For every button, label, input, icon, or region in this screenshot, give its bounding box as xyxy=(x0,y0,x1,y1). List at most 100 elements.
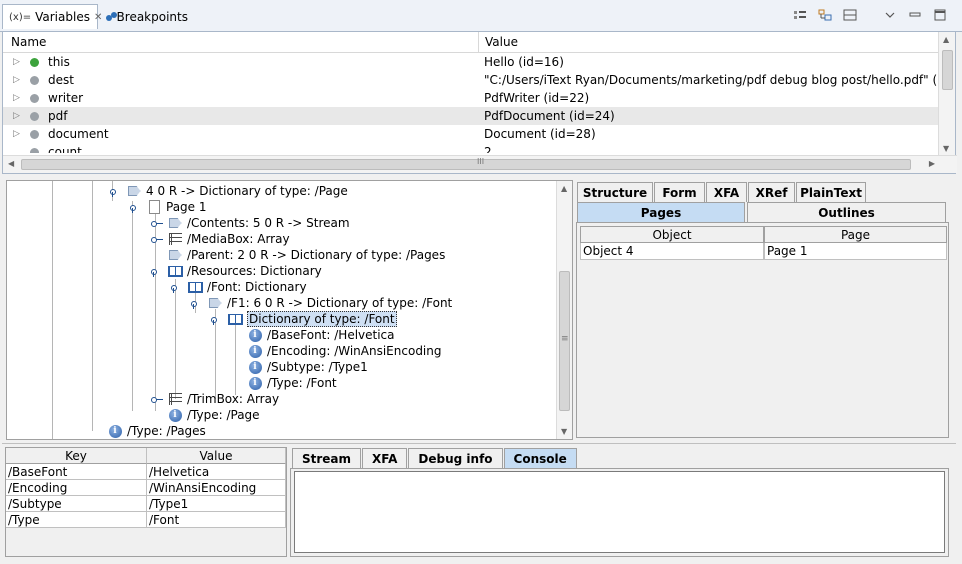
tree-node[interactable]: 4 0 R -> Dictionary of type: /Page xyxy=(110,183,348,199)
scroll-up-arrow-icon[interactable]: ▲ xyxy=(943,35,949,44)
column-header-key[interactable]: Key xyxy=(6,448,147,464)
tree-node[interactable]: i/BaseFont: /Helvetica xyxy=(247,327,395,343)
variable-value: Hello (id=16) xyxy=(484,55,564,69)
tree-node[interactable]: /MediaBox: Array xyxy=(151,231,290,247)
tab-outlines[interactable]: Outlines xyxy=(747,202,946,222)
expand-toggle-icon[interactable] xyxy=(151,234,164,244)
tree-node[interactable]: /Font: Dictionary xyxy=(171,279,307,295)
tree-node[interactable]: /Parent: 2 0 R -> Dictionary of type: /P… xyxy=(167,247,445,263)
info-icon: i xyxy=(247,344,263,358)
minimize-icon[interactable] xyxy=(907,8,923,22)
expand-icon[interactable]: ▷ xyxy=(13,75,27,85)
console-output[interactable] xyxy=(294,471,945,553)
expand-icon[interactable]: ▷ xyxy=(13,111,27,121)
tab-console[interactable]: Console xyxy=(503,448,577,468)
column-header-page[interactable]: Page xyxy=(764,226,947,243)
variable-row-writer[interactable]: ▷ writer PdfWriter (id=22) xyxy=(3,89,939,107)
show-type-names-icon[interactable] xyxy=(792,8,808,22)
tab-breakpoints[interactable]: Breakpoints xyxy=(100,4,194,29)
expand-toggle-icon[interactable] xyxy=(211,314,224,325)
reference-icon xyxy=(207,296,223,310)
variables-horizontal-scrollbar[interactable]: ◀ III ▶ xyxy=(3,155,957,173)
tree-node[interactable]: i/Type: /Page xyxy=(167,407,260,423)
maximize-icon[interactable] xyxy=(932,8,948,22)
local-variable-icon xyxy=(30,75,39,85)
panel-splitter[interactable] xyxy=(2,443,956,444)
table-row[interactable]: /Encoding /WinAnsiEncoding xyxy=(6,480,286,496)
tab-debug-info[interactable]: Debug info xyxy=(408,448,503,468)
column-header-value[interactable]: Value xyxy=(147,448,286,464)
tree-node[interactable]: i/Encoding: /WinAnsiEncoding xyxy=(247,343,442,359)
cell-object: Object 4 xyxy=(580,243,764,260)
tree-vertical-scrollbar[interactable]: ▲ ≡ ▼ xyxy=(556,181,572,439)
expand-icon[interactable]: ▷ xyxy=(13,129,27,139)
expand-toggle-icon[interactable] xyxy=(151,218,164,228)
tree-node[interactable]: Page 1 xyxy=(130,199,207,215)
variable-row-document[interactable]: ▷ document Document (id=28) xyxy=(3,125,939,143)
variable-name: this xyxy=(48,55,70,69)
tab-pages[interactable]: Pages xyxy=(577,202,745,222)
expand-toggle-icon[interactable] xyxy=(151,394,164,404)
column-header-object[interactable]: Object xyxy=(580,226,764,243)
collapse-all-icon[interactable] xyxy=(817,8,833,22)
cell-value: /WinAnsiEncoding xyxy=(147,480,286,496)
scroll-up-arrow-icon[interactable]: ▲ xyxy=(561,184,567,193)
tab-xfa-bottom[interactable]: XFA xyxy=(362,448,408,468)
column-header-value[interactable]: Value xyxy=(479,32,939,52)
expand-toggle-icon[interactable] xyxy=(151,266,164,277)
tree-node[interactable]: /Resources: Dictionary xyxy=(151,263,322,279)
grip-icon: III xyxy=(477,157,485,166)
tab-xfa[interactable]: XFA xyxy=(706,182,747,202)
variable-row-count[interactable]: count 2 xyxy=(3,143,939,153)
variable-row-pdf[interactable]: ▷ pdf PdfDocument (id=24) xyxy=(3,107,939,125)
tab-xref[interactable]: XRef xyxy=(748,182,795,202)
tree-node[interactable]: i/Type: /Font xyxy=(247,375,337,391)
tab-variables[interactable]: (x)= Variables ✕ xyxy=(2,4,102,29)
table-header: Object Page xyxy=(580,226,947,243)
expand-icon[interactable]: ▷ xyxy=(13,93,27,103)
pages-table-container: Object Page Object 4 Page 1 xyxy=(576,222,949,438)
expand-toggle-icon[interactable] xyxy=(191,298,204,309)
breakpoints-icon xyxy=(106,11,117,22)
table-row[interactable]: Object 4 Page 1 xyxy=(580,243,947,260)
tab-stream[interactable]: Stream xyxy=(292,448,362,468)
tree-node[interactable]: i/Subtype: /Type1 xyxy=(247,359,368,375)
scrollbar-thumb[interactable]: ≡ xyxy=(559,271,570,411)
scrollbar-thumb[interactable]: III xyxy=(21,157,911,170)
tree-node[interactable]: /TrimBox: Array xyxy=(151,391,279,407)
tree-node[interactable]: /Contents: 5 0 R -> Stream xyxy=(151,215,350,231)
variable-row-this[interactable]: ▷ this Hello (id=16) xyxy=(3,53,939,71)
expand-toggle-icon[interactable] xyxy=(130,202,143,213)
local-variable-icon xyxy=(30,129,39,139)
scroll-down-arrow-icon[interactable]: ▼ xyxy=(561,427,567,436)
dictionary-icon xyxy=(167,264,183,278)
column-header-name[interactable]: Name xyxy=(3,32,479,52)
scroll-down-arrow-icon[interactable]: ▼ xyxy=(943,144,949,153)
scroll-left-arrow-icon[interactable]: ◀ xyxy=(8,159,14,168)
table-row[interactable]: /Type /Font xyxy=(6,512,286,528)
expand-toggle-icon[interactable] xyxy=(110,186,123,197)
bottom-panel: Stream XFA Debug info Console xyxy=(290,447,949,557)
pdf-object-tree: 4 0 R -> Dictionary of type: /Page Page … xyxy=(6,180,573,440)
variables-vertical-scrollbar[interactable]: ▲ ▼ xyxy=(938,32,955,156)
scrollbar-thumb[interactable] xyxy=(942,50,953,90)
view-menu-icon[interactable] xyxy=(882,8,898,22)
table-row[interactable]: /BaseFont /Helvetica xyxy=(6,464,286,480)
tree-node-selected[interactable]: Dictionary of type: /Font xyxy=(211,311,397,327)
tree-node[interactable]: /F1: 6 0 R -> Dictionary of type: /Font xyxy=(191,295,452,311)
tab-form[interactable]: Form xyxy=(654,182,705,202)
cell-key: /BaseFont xyxy=(6,464,147,480)
expand-toggle-icon[interactable] xyxy=(171,282,184,293)
variable-row-dest[interactable]: ▷ dest "C:/Users/iText Ryan/Documents/mar… xyxy=(3,71,939,89)
variable-name: writer xyxy=(48,91,84,105)
scroll-right-arrow-icon[interactable]: ▶ xyxy=(929,159,935,168)
reference-icon xyxy=(167,216,183,230)
tree-node[interactable]: i/Type: /Pages xyxy=(107,423,206,439)
layout-icon[interactable] xyxy=(842,8,858,22)
array-icon xyxy=(167,392,183,406)
table-row[interactable]: /Subtype /Type1 xyxy=(6,496,286,512)
variable-value: PdfWriter (id=22) xyxy=(484,91,590,105)
tab-structure[interactable]: Structure xyxy=(577,182,653,202)
expand-icon[interactable]: ▷ xyxy=(13,57,27,67)
tab-plaintext[interactable]: PlainText xyxy=(796,182,866,202)
